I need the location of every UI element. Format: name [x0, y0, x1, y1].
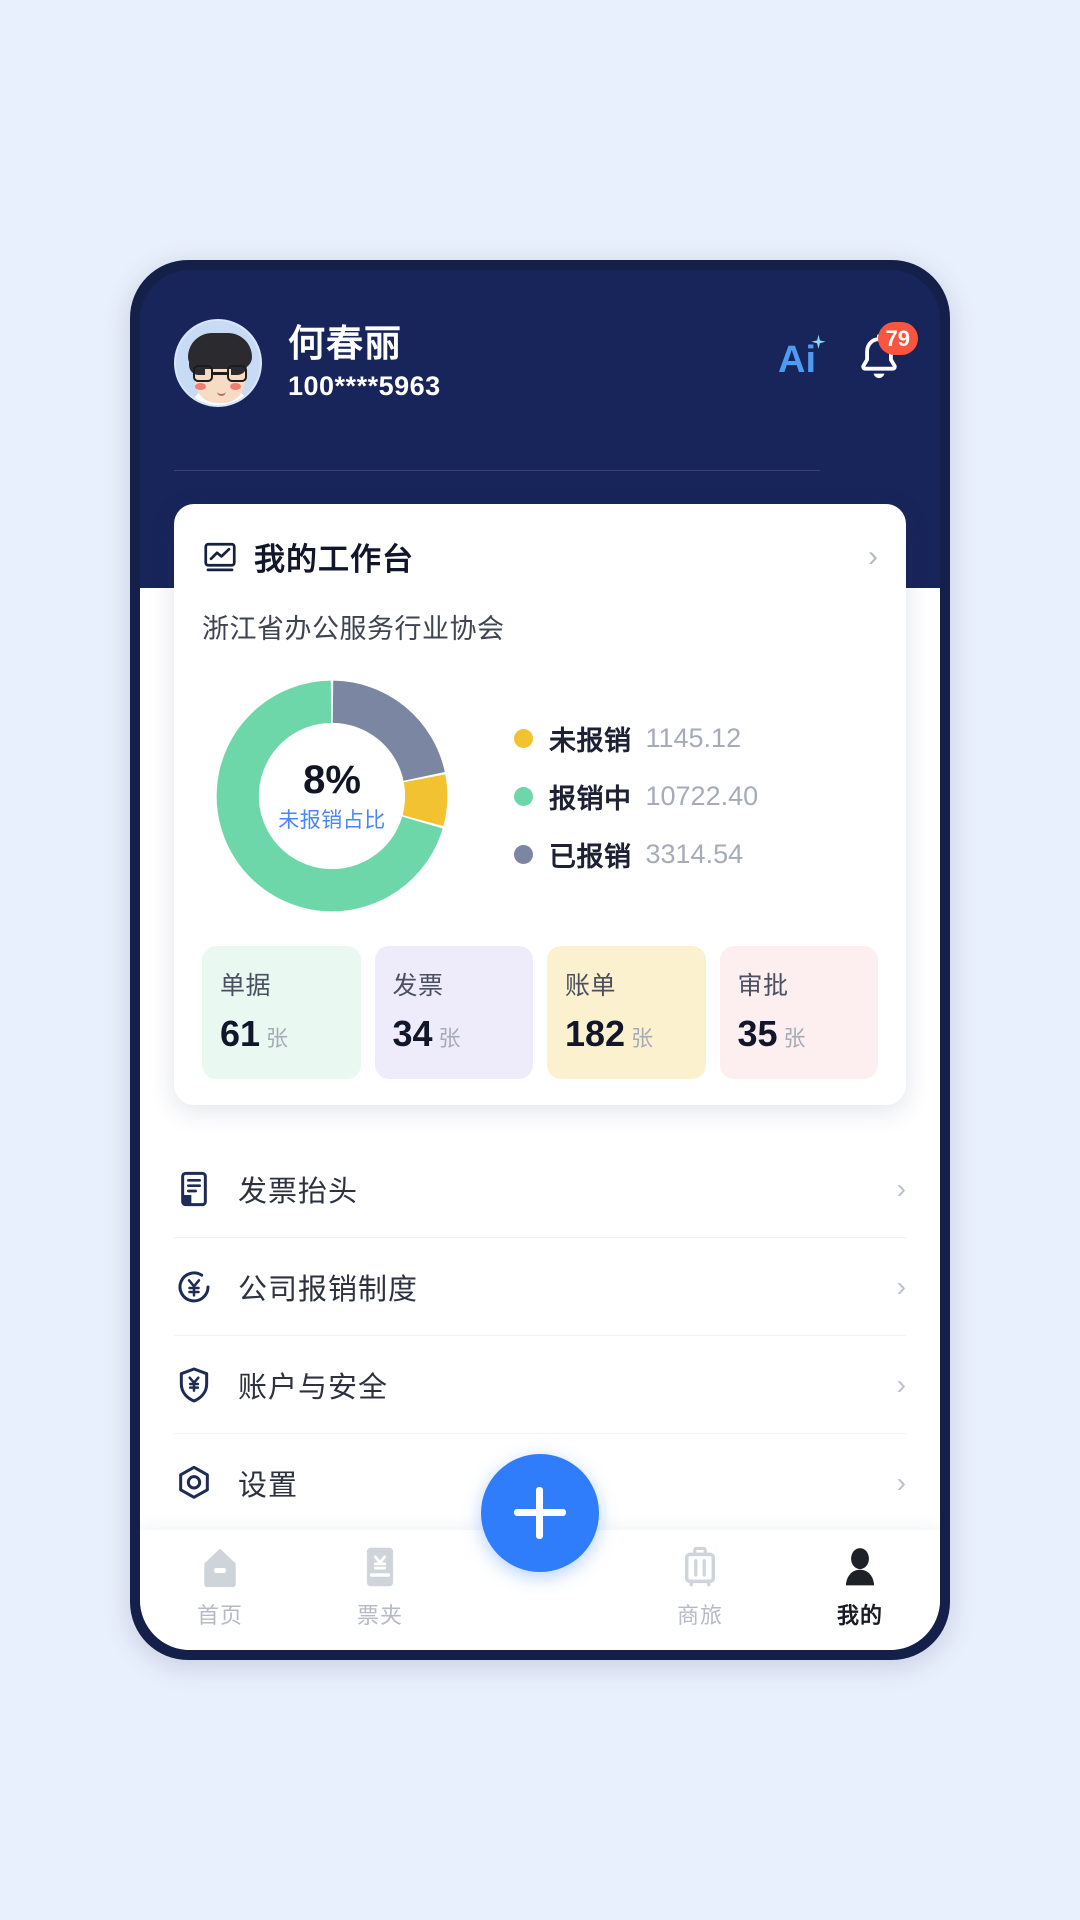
tile-approvals[interactable]: 审批 35 张: [719, 946, 878, 1079]
tab-mine-label: 我的: [836, 1603, 883, 1628]
legend-item: 报销中 10722.40: [514, 767, 758, 825]
ai-sparkle-icon[interactable]: Ai: [778, 334, 826, 379]
phone-frame: 何春丽 100****5963 Ai 79 我的工作台 › 浙江省办公服务行业协…: [130, 260, 950, 1660]
legend-value: 1145.12: [645, 722, 742, 753]
menu-item-account-security[interactable]: 账户与安全 ›: [174, 1336, 906, 1434]
tile-label: 单据: [220, 972, 272, 1000]
chevron-right-icon[interactable]: ›: [897, 1369, 906, 1401]
legend-label: 未报销: [549, 725, 632, 756]
tab-mine[interactable]: 我的: [780, 1530, 940, 1630]
expense-chart: 8% 未报销占比 未报销 1145.12 报销中 10722.40 已报销 3314.54: [202, 672, 878, 920]
workbench-chevron-icon[interactable]: ›: [868, 541, 878, 572]
notification-count-badge: 79: [877, 322, 918, 355]
tile-value: 34 张: [392, 1013, 461, 1054]
workbench-title: 我的工作台: [254, 542, 414, 577]
menu-item-label: 公司报销制度: [238, 1273, 419, 1306]
legend-label: 报销中: [549, 783, 632, 814]
donut-sublabel: 未报销占比: [278, 809, 386, 832]
chevron-right-icon[interactable]: ›: [897, 1467, 906, 1499]
person-icon: [845, 1548, 875, 1586]
chevron-right-icon[interactable]: ›: [897, 1173, 906, 1205]
donut-segment: [402, 774, 448, 827]
workbench-card[interactable]: 我的工作台 › 浙江省办公服务行业协会 8% 未报销占比 未报销 1145.12…: [174, 504, 906, 1105]
legend-value: 10722.40: [645, 780, 759, 811]
tab-business-travel[interactable]: 商旅: [620, 1530, 780, 1630]
menu-item-invoice-title[interactable]: 发票抬头 ›: [174, 1140, 906, 1238]
tile-value: 35 张: [737, 1013, 806, 1054]
add-button[interactable]: [481, 1454, 599, 1572]
tile-unit: 张: [631, 1026, 654, 1051]
legend-item: 已报销 3314.54: [514, 825, 758, 883]
tile-unit: 张: [438, 1026, 461, 1051]
user-phone: 100****5963: [288, 371, 441, 401]
chart-legend: 未报销 1145.12 报销中 10722.40 已报销 3314.54: [514, 709, 758, 883]
screen: 何春丽 100****5963 Ai 79 我的工作台 › 浙江省办公服务行业协…: [0, 0, 1080, 1920]
tile-label: 审批: [737, 972, 789, 1000]
menu-item-reimbursement-policy[interactable]: 公司报销制度 ›: [174, 1238, 906, 1336]
user-name: 何春丽: [288, 323, 402, 364]
tile-unit: 张: [783, 1026, 806, 1051]
tab-home-label: 首页: [196, 1603, 243, 1628]
settings-hex-icon: [179, 1465, 209, 1499]
tab-ticket-wallet-label: 票夹: [356, 1603, 403, 1628]
sparkle-icon: [811, 334, 826, 349]
suitcase-icon: [684, 1546, 716, 1587]
phone-screen: 何春丽 100****5963 Ai 79 我的工作台 › 浙江省办公服务行业协…: [140, 270, 940, 1650]
donut-percent: 8%: [303, 758, 361, 802]
legend-color-dot: [514, 786, 533, 806]
notification-bell[interactable]: 79: [852, 322, 918, 388]
chevron-right-icon[interactable]: ›: [897, 1271, 906, 1303]
workbench-card-header[interactable]: 我的工作台 ›: [202, 534, 878, 579]
menu-item-label: 账户与安全: [238, 1371, 389, 1404]
menu-item-label: 设置: [238, 1469, 299, 1502]
home-icon: [204, 1548, 236, 1588]
org-name: 浙江省办公服务行业协会: [202, 614, 505, 644]
tile-value: 182 张: [565, 1013, 654, 1054]
avatar[interactable]: [174, 319, 262, 407]
tile-bills[interactable]: 账单 182 张: [547, 946, 706, 1079]
plus-icon: [514, 1487, 566, 1539]
legend-color-dot: [514, 728, 533, 748]
tab-business-travel-label: 商旅: [676, 1603, 723, 1628]
header-divider: [174, 470, 820, 471]
user-info: 何春丽 100****5963: [288, 322, 441, 404]
tab-ticket-wallet[interactable]: 票夹: [300, 1530, 460, 1630]
tile-documents[interactable]: 单据 61 张: [202, 946, 361, 1079]
header-actions: Ai 79: [778, 322, 918, 394]
menu-item-label: 发票抬头: [238, 1175, 359, 1208]
tile-label: 账单: [565, 972, 617, 1000]
legend-item: 未报销 1145.12: [514, 709, 758, 767]
tile-invoices[interactable]: 发票 34 张: [374, 946, 533, 1079]
yen-circle-icon: [178, 1270, 210, 1302]
donut-center-label: 8% 未报销占比: [257, 758, 407, 834]
chart-board-icon: [204, 542, 236, 571]
shield-yen-icon: [179, 1367, 209, 1402]
tile-value: 61 张: [220, 1013, 289, 1054]
stat-tiles: 单据 61 张 发票 34 张 账单 182 张 审批 35 张: [202, 946, 878, 1079]
tab-home[interactable]: 首页: [140, 1530, 300, 1630]
tile-label: 发票: [392, 972, 444, 1000]
donut-chart: 8% 未报销占比: [208, 672, 456, 920]
legend-value: 3314.54: [645, 838, 744, 869]
ticket-wallet-icon: [366, 1547, 394, 1587]
invoice-title-icon: [181, 1171, 207, 1206]
legend-color-dot: [514, 844, 533, 864]
tile-unit: 张: [266, 1026, 289, 1051]
content-sheet: 我的工作台 › 浙江省办公服务行业协会 8% 未报销占比 未报销 1145.12…: [140, 504, 940, 1650]
legend-label: 已报销: [549, 841, 632, 872]
